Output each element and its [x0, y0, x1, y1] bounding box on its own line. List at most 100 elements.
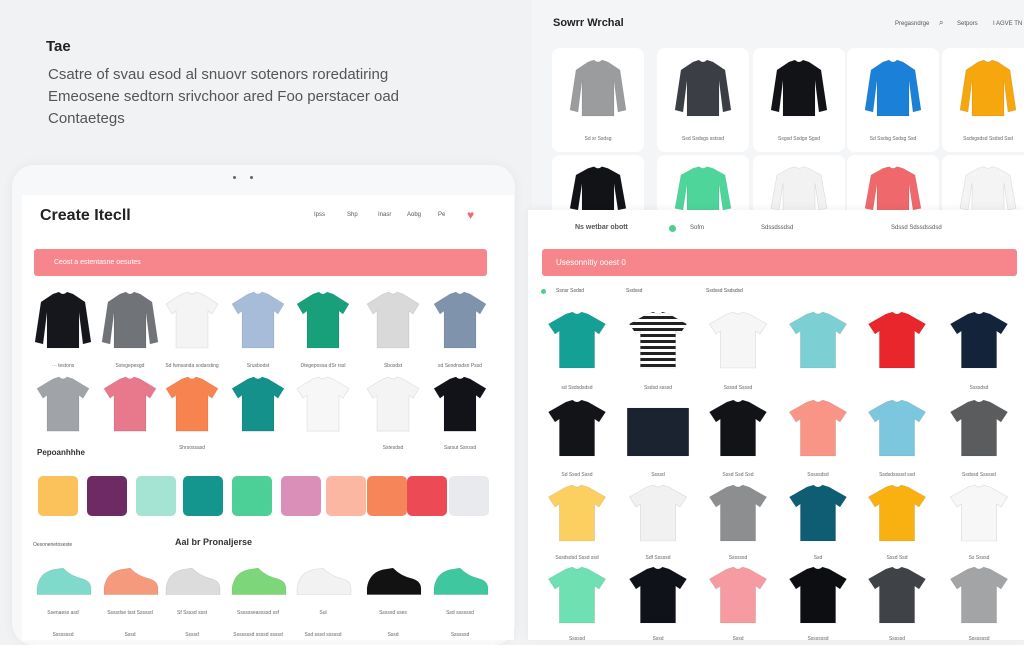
tee-item[interactable] — [864, 310, 930, 370]
item-caption: Ssd Ssdsgs sstssd — [682, 136, 724, 142]
tee-item[interactable] — [625, 483, 691, 543]
shoes-label: Aal br Pronaljerse — [175, 537, 253, 547]
tee-item[interactable] — [864, 483, 930, 543]
tee-item[interactable] — [946, 483, 1012, 543]
nav-item[interactable]: Shp — [347, 212, 358, 218]
shoe-item[interactable] — [228, 553, 288, 603]
color-swatch[interactable] — [326, 476, 366, 516]
shirt-item[interactable] — [162, 290, 222, 350]
garment-image — [569, 166, 627, 214]
sweater-item[interactable] — [863, 58, 923, 118]
item-caption: Ssssssd — [450, 632, 470, 638]
shirt-item[interactable] — [100, 375, 160, 433]
shirt-item[interactable] — [293, 375, 353, 433]
nav-item[interactable]: Pe — [438, 212, 445, 218]
tee-item[interactable] — [785, 565, 851, 625]
shirt-item[interactable] — [363, 290, 423, 350]
garment-image — [103, 376, 157, 432]
tee-item[interactable] — [946, 565, 1012, 625]
nav-item[interactable]: Setpors — [957, 21, 978, 27]
color-swatch[interactable] — [232, 476, 272, 516]
tee-item[interactable] — [946, 398, 1012, 458]
tee-item[interactable] — [864, 398, 930, 458]
tee-item[interactable] — [544, 483, 610, 543]
shirt-item[interactable] — [430, 375, 490, 433]
color-swatch[interactable] — [183, 476, 223, 516]
search-icon[interactable]: ⌕ — [939, 18, 943, 28]
shirt-item[interactable] — [363, 375, 423, 433]
item-caption: Sssssd — [888, 636, 906, 642]
shoes-side-label: Oesonenetoseste — [33, 542, 73, 548]
tee-item[interactable] — [785, 483, 851, 543]
shirt-item[interactable] — [162, 375, 222, 433]
tee-item[interactable] — [544, 398, 610, 458]
shirt-item[interactable] — [33, 375, 93, 433]
nav-item[interactable]: Sdssd Sdssdssdsd — [891, 225, 942, 231]
item-caption: Ssd — [813, 555, 823, 561]
nav-item[interactable]: Sdssdssdsd — [761, 225, 793, 231]
tee-item[interactable] — [785, 398, 851, 458]
tee-item[interactable] — [705, 398, 771, 458]
tee-item[interactable] — [785, 310, 851, 370]
item-caption: Ssdsdssssd ssd — [879, 472, 915, 478]
sweater-item[interactable] — [958, 58, 1018, 118]
shoe-item[interactable] — [100, 553, 160, 603]
sweater-item[interactable] — [568, 58, 628, 118]
front-banner[interactable]: Usesonnitiy ooest 0 — [542, 249, 1017, 276]
shirt-item[interactable] — [430, 290, 490, 350]
shirt-item[interactable] — [228, 290, 288, 350]
shoe-item[interactable] — [430, 553, 490, 603]
color-swatch[interactable] — [281, 476, 321, 516]
shoe-item[interactable] — [33, 553, 93, 603]
shirt-item[interactable] — [228, 375, 288, 433]
shirt-item[interactable] — [33, 290, 93, 350]
item-caption: Sd sr Ssdsg — [584, 136, 612, 142]
garment-image — [959, 166, 1017, 214]
shirt-item[interactable] — [100, 290, 160, 350]
nav-item[interactable]: Ipss — [314, 212, 325, 218]
sweater-item[interactable] — [568, 165, 628, 215]
garment-image — [103, 567, 159, 595]
item-caption: Sssssdsd — [807, 472, 829, 478]
tee-item[interactable] — [544, 310, 610, 370]
item-caption: Ssdsgsdsd Ssdsd Ssd — [963, 136, 1013, 142]
garment-image — [708, 484, 768, 542]
color-swatch[interactable] — [38, 476, 78, 516]
shoe-item[interactable] — [162, 553, 222, 603]
sweater-item[interactable] — [769, 165, 829, 215]
color-swatch[interactable] — [136, 476, 176, 516]
tee-item[interactable] — [625, 565, 691, 625]
tee-item[interactable] — [946, 310, 1012, 370]
tee-item[interactable] — [705, 483, 771, 543]
color-swatch[interactable] — [449, 476, 489, 516]
tee-item[interactable] — [625, 310, 691, 370]
shoe-item[interactable] — [293, 553, 353, 603]
item-caption: Ssdsd ssssd — [643, 385, 673, 391]
tee-item[interactable] — [544, 565, 610, 625]
nav-item[interactable]: Sofm — [690, 225, 704, 231]
color-swatch[interactable] — [87, 476, 127, 516]
nav-item[interactable]: Aobg — [407, 212, 421, 218]
sweater-item[interactable] — [769, 58, 829, 118]
color-swatch[interactable] — [367, 476, 407, 516]
nav-item[interactable]: Inasr — [378, 212, 391, 218]
heart-icon[interactable]: ♥ — [467, 208, 474, 222]
garment-image — [433, 291, 487, 349]
item-caption: Sssd Ssd Ssd — [722, 472, 754, 478]
sweater-item[interactable] — [673, 165, 733, 215]
tee-item[interactable] — [625, 398, 691, 458]
color-swatch[interactable] — [407, 476, 447, 516]
sweater-item[interactable] — [673, 58, 733, 118]
sweater-item[interactable] — [863, 165, 923, 215]
sweater-item[interactable] — [958, 165, 1018, 215]
nav-item[interactable]: I AGVE TN — [993, 21, 1022, 27]
tee-item[interactable] — [705, 310, 771, 370]
shoe-item[interactable] — [363, 553, 423, 603]
item-caption: Dtegepossa dSr rssl — [300, 363, 346, 369]
shirt-item[interactable] — [293, 290, 353, 350]
tee-item[interactable] — [864, 565, 930, 625]
nav-item[interactable]: Pregasndrge — [895, 21, 929, 27]
tee-item[interactable] — [705, 565, 771, 625]
left-banner[interactable]: Ceost a estentasne oesutes — [34, 249, 487, 276]
item-caption: Sul — [319, 610, 327, 616]
